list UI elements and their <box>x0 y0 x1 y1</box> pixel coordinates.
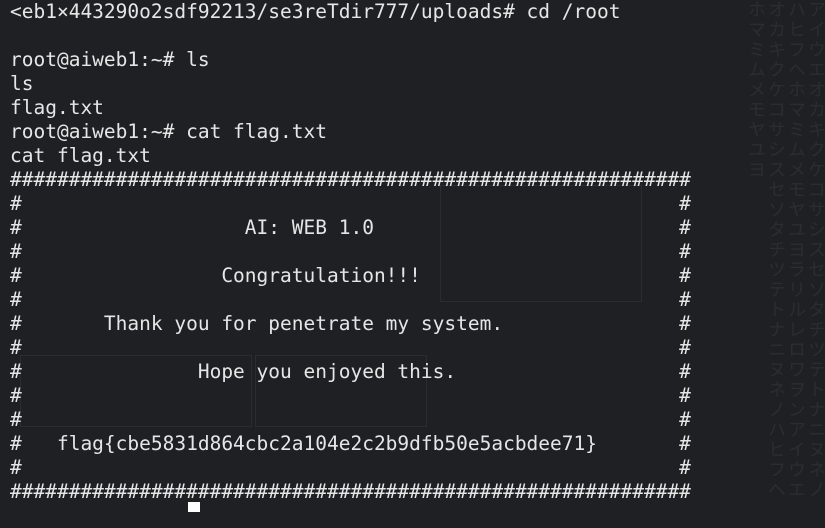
terminal-line: # # <box>10 192 691 215</box>
terminal-cursor <box>188 502 200 512</box>
terminal-line: # # <box>10 288 691 311</box>
terminal-line: # flag{cbe5831d864cbc2a104e2c2b9dfb50e5a… <box>10 432 691 455</box>
terminal-line: root@aiweb1:~# cat flag.txt <box>10 120 327 143</box>
terminal-line: # # <box>10 384 691 407</box>
terminal-line: # # <box>10 408 691 431</box>
terminal-line: flag.txt <box>10 96 104 119</box>
terminal-line: ls <box>10 72 34 95</box>
terminal-line: ########################################… <box>10 168 691 191</box>
terminal-line: # AI: WEB 1.0 # <box>10 216 691 239</box>
matrix-wallpaper-decoration: アイウエオカキクケコサシスセソタチツテトナニヌネノハヒフヘホマミムメモヤユヨラリ… <box>745 0 825 500</box>
terminal-line: # # <box>10 456 691 479</box>
terminal-line: # Hope you enjoyed this. # <box>10 360 691 383</box>
terminal-line: # Congratulation!!! # <box>10 264 691 287</box>
terminal-line: # # <box>10 240 691 263</box>
terminal-output[interactable]: <eb1×443290o2sdf92213/se3reTdir777/uploa… <box>10 0 691 528</box>
terminal-line: # Thank you for penetrate my system. # <box>10 312 691 335</box>
terminal-line: root@aiweb1:~# ls <box>10 48 210 71</box>
terminal-line: <eb1×443290o2sdf92213/se3reTdir777/uploa… <box>10 0 621 23</box>
terminal-line: # # <box>10 336 691 359</box>
terminal-line: cat flag.txt <box>10 144 151 167</box>
terminal-line: ########################################… <box>10 480 691 503</box>
